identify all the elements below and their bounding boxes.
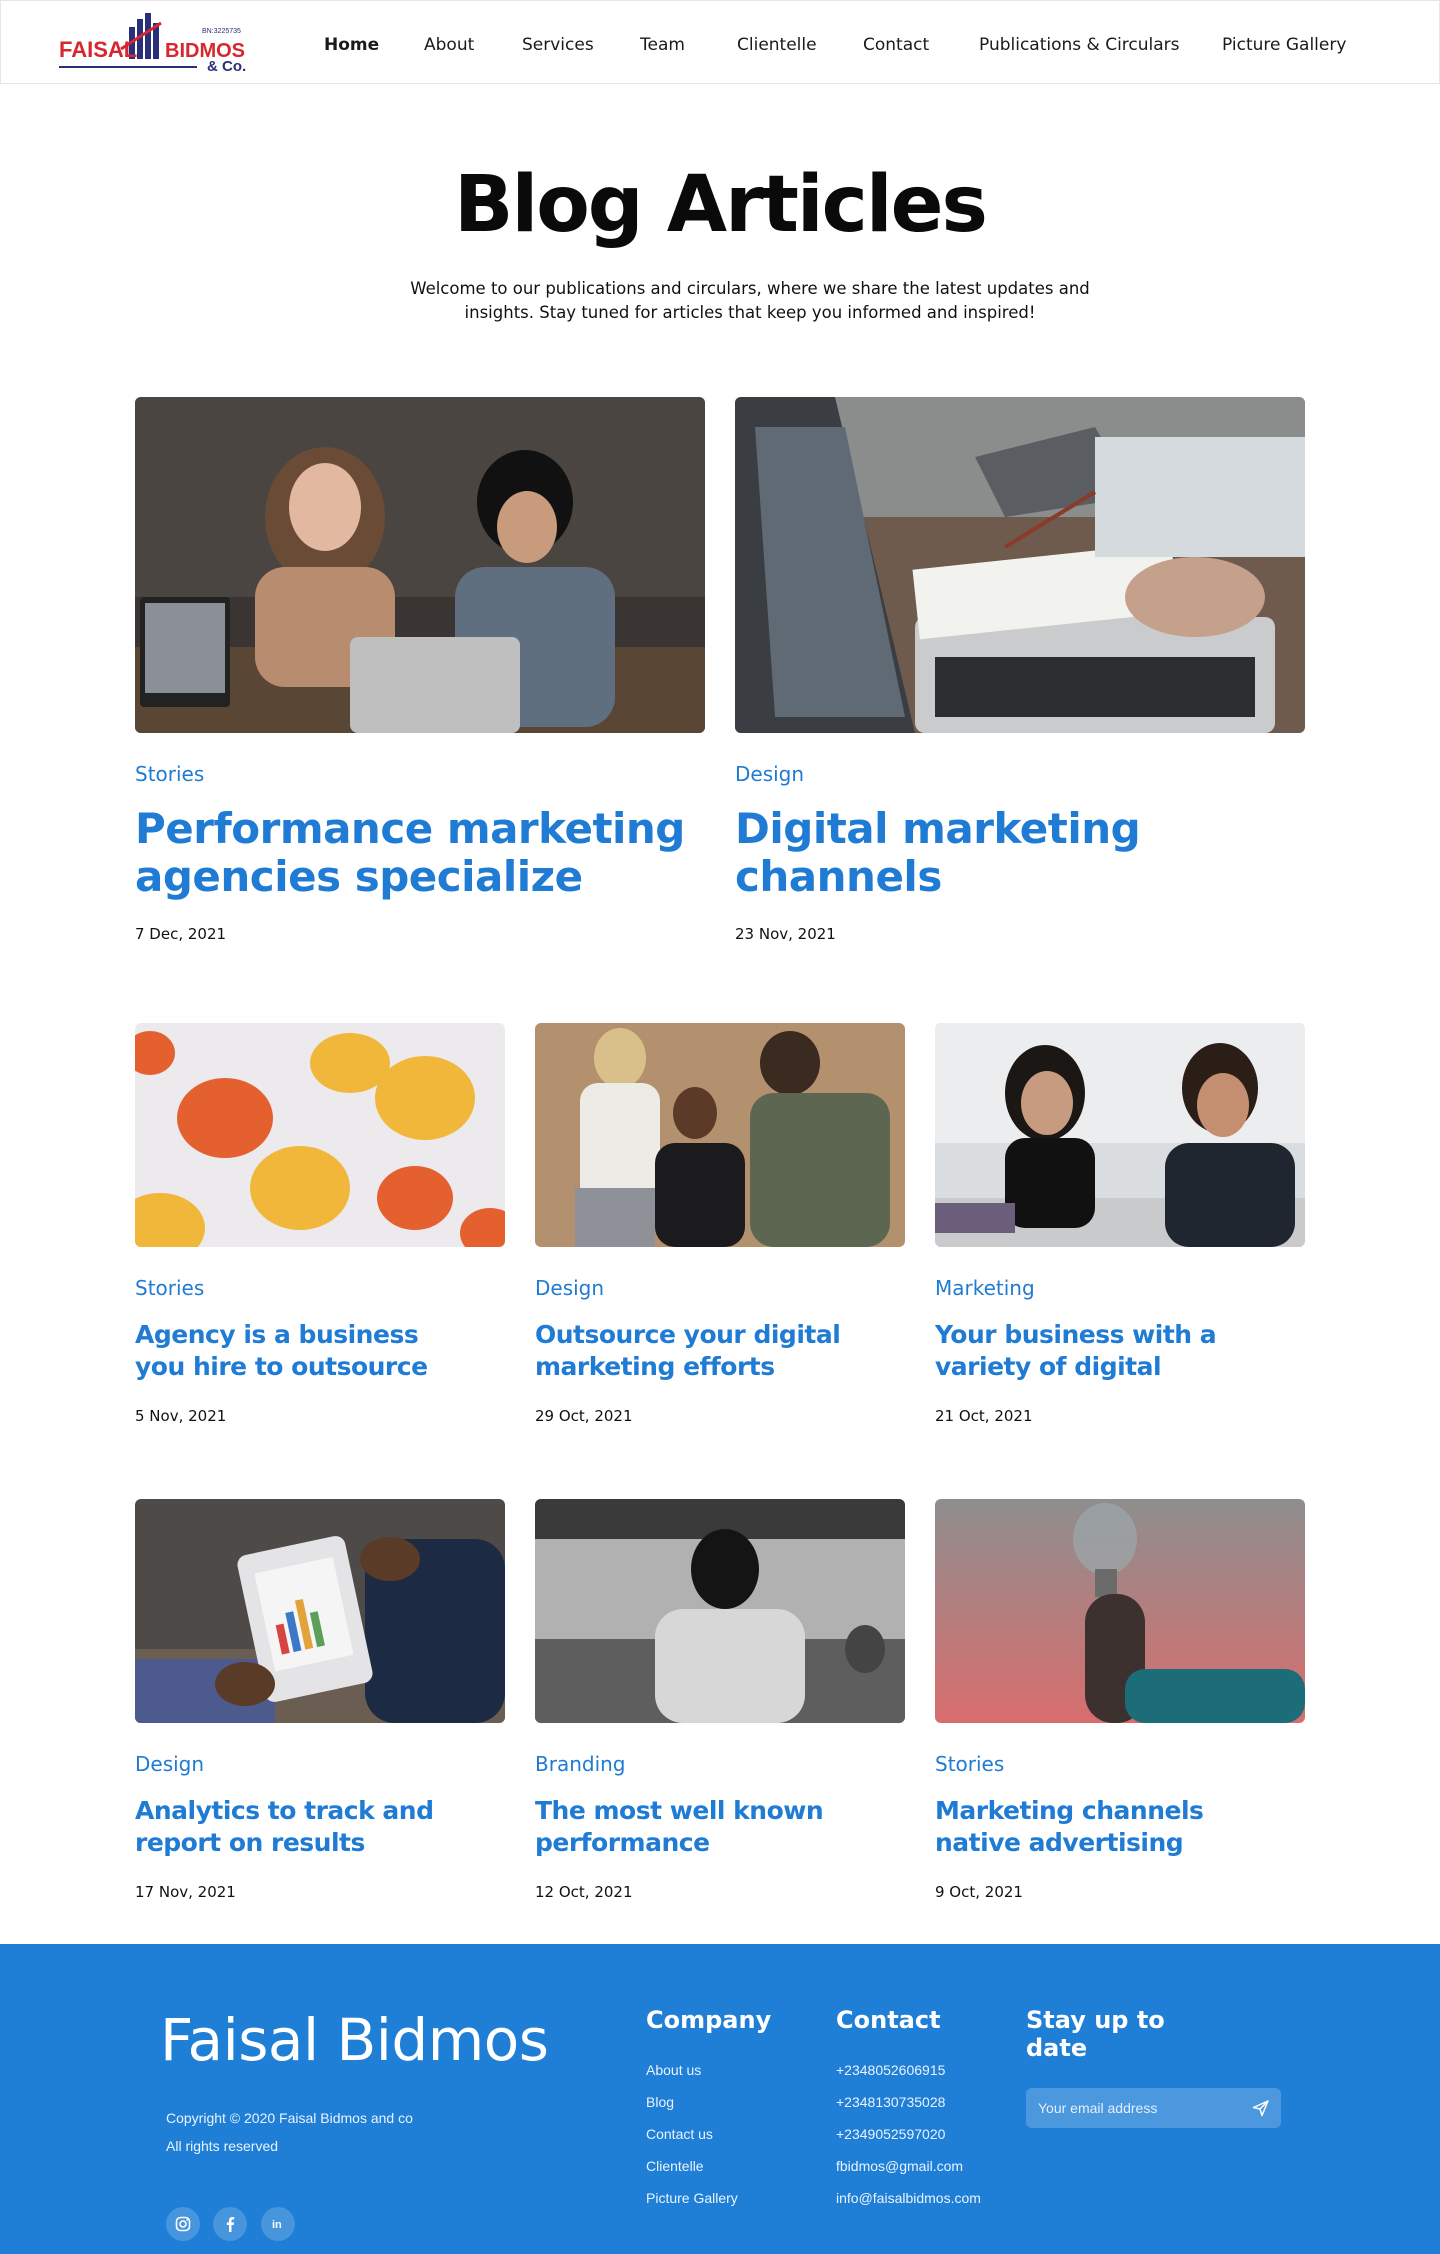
article-title[interactable]: Outsource your digital marketing efforts <box>535 1319 875 1383</box>
article-title[interactable]: Your business with a variety of digital <box>935 1319 1275 1383</box>
article-image[interactable] <box>135 397 705 733</box>
article-card[interactable]: Design Digital marketing channels 23 Nov… <box>735 397 1305 957</box>
article-title[interactable]: Analytics to track and report on results <box>135 1795 475 1859</box>
article-category[interactable]: Marketing <box>935 1276 1035 1300</box>
article-title[interactable]: Performance marketing agencies specializ… <box>135 805 695 901</box>
article-image[interactable] <box>935 1023 1305 1247</box>
article-date: 9 Oct, 2021 <box>935 1883 1023 1901</box>
nav-about[interactable]: About <box>424 35 474 55</box>
newsletter-heading: Stay up to date <box>1026 2006 1165 2062</box>
nav-clientelle[interactable]: Clientelle <box>737 35 817 55</box>
footer-link-about[interactable]: About us <box>646 2062 701 2078</box>
svg-text:in: in <box>272 2219 282 2231</box>
article-image[interactable] <box>135 1499 505 1723</box>
nav-picture-gallery[interactable]: Picture Gallery <box>1222 35 1346 55</box>
article-date: 23 Nov, 2021 <box>735 925 836 943</box>
article-date: 17 Nov, 2021 <box>135 1883 236 1901</box>
nav-home[interactable]: Home <box>324 35 379 55</box>
site-header: FAISAL BIDMOS & Co. BN:3225735 Home Abou… <box>0 0 1440 84</box>
article-title[interactable]: Digital marketing channels <box>735 805 1295 901</box>
nav-services[interactable]: Services <box>522 35 594 55</box>
article-date: 12 Oct, 2021 <box>535 1883 633 1901</box>
article-image[interactable] <box>735 397 1305 733</box>
article-card[interactable]: Design Outsource your digital marketing … <box>535 1023 905 1433</box>
article-category[interactable]: Design <box>535 1276 604 1300</box>
nav-team[interactable]: Team <box>640 35 685 55</box>
article-date: 5 Nov, 2021 <box>135 1407 227 1425</box>
article-category[interactable]: Stories <box>135 762 204 786</box>
linkedin-icon[interactable]: in <box>261 2207 295 2241</box>
footer-link-contact[interactable]: Contact us <box>646 2126 713 2142</box>
contact-email-1[interactable]: fbidmos@gmail.com <box>836 2158 963 2174</box>
article-date: 29 Oct, 2021 <box>535 1407 633 1425</box>
instagram-icon[interactable] <box>166 2207 200 2241</box>
article-category[interactable]: Stories <box>135 1276 204 1300</box>
footer-copyright: Copyright © 2020 Faisal Bidmos and co Al… <box>166 2104 413 2160</box>
contact-heading: Contact <box>836 2006 941 2034</box>
footer-link-blog[interactable]: Blog <box>646 2094 674 2110</box>
site-footer: Faisal Bidmos Copyright © 2020 Faisal Bi… <box>0 1944 1440 2254</box>
contact-email-2[interactable]: info@faisalbidmos.com <box>836 2190 981 2206</box>
page-title: Blog Articles <box>454 160 988 250</box>
nav-publications[interactable]: Publications & Circulars <box>979 35 1180 55</box>
article-card[interactable]: Stories Agency is a business you hire to… <box>135 1023 505 1433</box>
article-card[interactable]: Stories Performance marketing agencies s… <box>135 397 705 957</box>
newsletter-email-input[interactable] <box>1026 2088 1236 2128</box>
article-title[interactable]: Marketing channels native advertising <box>935 1795 1275 1859</box>
article-category[interactable]: Stories <box>935 1752 1004 1776</box>
footer-link-clientelle[interactable]: Clientelle <box>646 2158 704 2174</box>
article-date: 21 Oct, 2021 <box>935 1407 1033 1425</box>
page-subtitle: Welcome to our publications and circular… <box>410 279 1090 322</box>
contact-phone-2[interactable]: +2348130735028 <box>836 2094 945 2110</box>
send-icon[interactable] <box>1251 2098 1271 2118</box>
article-category[interactable]: Design <box>735 762 804 786</box>
footer-link-gallery[interactable]: Picture Gallery <box>646 2190 738 2206</box>
facebook-icon[interactable] <box>213 2207 247 2241</box>
article-image[interactable] <box>535 1499 905 1723</box>
article-title[interactable]: The most well known performance <box>535 1795 875 1859</box>
contact-phone-1[interactable]: +2348052606915 <box>836 2062 945 2078</box>
article-date: 7 Dec, 2021 <box>135 925 227 943</box>
nav-contact[interactable]: Contact <box>863 35 929 55</box>
article-category[interactable]: Design <box>135 1752 204 1776</box>
rights-text: All rights reserved <box>166 2138 279 2154</box>
newsletter-form <box>1026 2088 1281 2128</box>
company-heading: Company <box>646 2006 772 2034</box>
article-card[interactable]: Stories Marketing channels native advert… <box>935 1499 1305 1909</box>
article-card[interactable]: Marketing Your business with a variety o… <box>935 1023 1305 1433</box>
article-image[interactable] <box>135 1023 505 1247</box>
contact-phone-3[interactable]: +2349052597020 <box>836 2126 945 2142</box>
article-card[interactable]: Design Analytics to track and report on … <box>135 1499 505 1909</box>
footer-brand: Faisal Bidmos <box>160 2006 549 2074</box>
article-image[interactable] <box>535 1023 905 1247</box>
article-category[interactable]: Branding <box>535 1752 626 1776</box>
main-nav: Home About Services Team Clientelle Cont… <box>1 1 1440 85</box>
copyright-text: Copyright © 2020 Faisal Bidmos and co <box>166 2110 413 2126</box>
article-title[interactable]: Agency is a business you hire to outsour… <box>135 1319 475 1383</box>
article-image[interactable] <box>935 1499 1305 1723</box>
article-card[interactable]: Branding The most well known performance… <box>535 1499 905 1909</box>
